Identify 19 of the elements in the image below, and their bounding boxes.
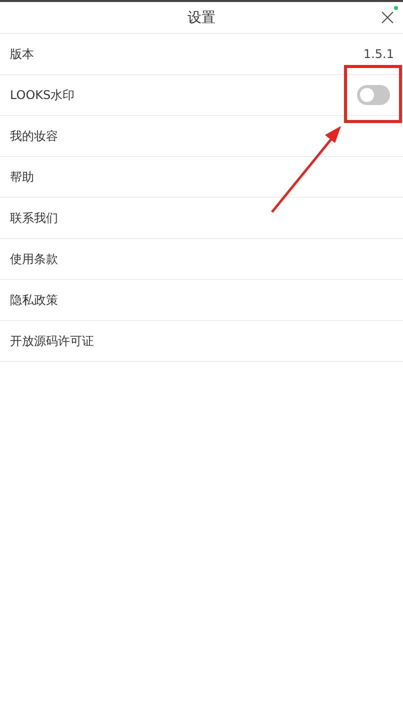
highlight-box <box>344 65 402 123</box>
close-icon[interactable] <box>381 11 394 24</box>
settings-row[interactable]: 隐私政策 <box>0 280 403 321</box>
page-title: 设置 <box>188 8 216 26</box>
version-value: 1.5.1 <box>363 47 394 61</box>
row-label: LOOKS水印 <box>10 86 75 104</box>
row-label: 使用条款 <box>10 250 58 268</box>
row-label: 版本 <box>10 46 34 62</box>
settings-row[interactable]: 使用条款 <box>0 239 403 280</box>
settings-row[interactable]: 联系我们 <box>0 198 403 239</box>
settings-row[interactable]: 开放源码许可证 <box>0 321 403 362</box>
row-label: 联系我们 <box>10 210 58 226</box>
row-label: 隐私政策 <box>10 292 58 308</box>
row-label: 开放源码许可证 <box>10 332 94 350</box>
notification-dot <box>394 6 398 10</box>
settings-row[interactable]: 帮助 <box>0 157 403 198</box>
row-label: 我的妆容 <box>10 128 58 144</box>
toggle-switch[interactable] <box>357 85 390 105</box>
row-label: 帮助 <box>10 168 34 186</box>
